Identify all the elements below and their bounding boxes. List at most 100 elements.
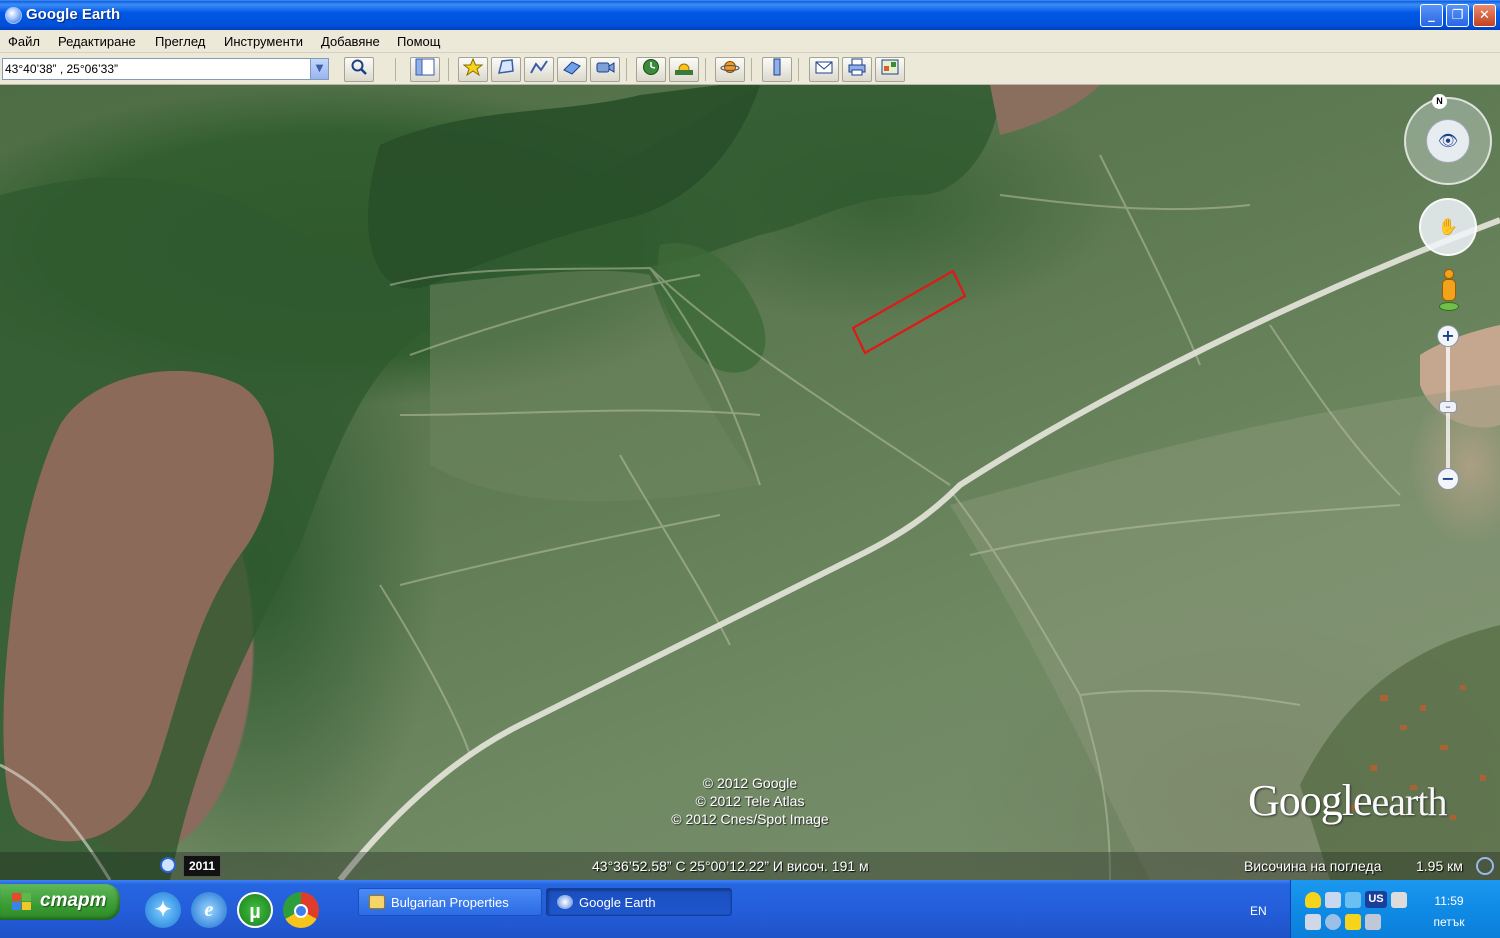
start-button[interactable]: старт	[0, 884, 120, 920]
view-in-maps-button[interactable]	[875, 57, 905, 82]
map-status-bar: 2011 43°36’52.58” С 25°00’12.22” И височ…	[0, 852, 1500, 880]
taskbar-item-bulgarian-properties[interactable]: Bulgarian Properties	[358, 888, 542, 916]
historical-imagery-icon	[643, 59, 659, 75]
clock-time[interactable]: 11:59	[1419, 894, 1479, 908]
planets-icon	[720, 61, 740, 73]
menu-tools[interactable]: Инструменти	[224, 34, 303, 49]
print-icon	[848, 58, 866, 76]
add-path-button[interactable]	[524, 57, 554, 82]
taskbar-item-label: Google Earth	[579, 895, 656, 910]
internet-explorer-icon[interactable]: e	[191, 892, 227, 928]
search-icon	[351, 59, 367, 75]
zoom-in-button[interactable]: +	[1437, 325, 1459, 347]
placemark-icon	[462, 57, 484, 77]
taskbar-item-label: Bulgarian Properties	[391, 895, 509, 910]
path-icon	[530, 60, 548, 74]
ruler-icon	[773, 58, 781, 76]
zoom-slider-thumb[interactable]: –	[1439, 401, 1457, 413]
toolbar-separator	[395, 58, 396, 81]
move-joystick[interactable]: ✋	[1419, 198, 1477, 256]
window-title: Google Earth	[26, 6, 121, 23]
display-icon[interactable]	[1305, 914, 1321, 930]
pointer-coordinates: 43°36’52.58” С 25°00’12.22” И височ. 191…	[592, 858, 869, 874]
sunlight-icon	[675, 63, 693, 75]
keyboard-layout-indicator[interactable]: US	[1365, 891, 1387, 908]
menu-help[interactable]: Помощ	[397, 34, 440, 49]
sidebar-button[interactable]	[410, 57, 440, 82]
image-overlay-icon	[563, 61, 581, 75]
hand-icon: ✋	[1438, 217, 1458, 236]
menu-add[interactable]: Добавяне	[321, 34, 380, 49]
sidebar-icon	[415, 58, 435, 76]
menu-edit[interactable]: Редактиране	[58, 34, 136, 49]
minimize-button[interactable]: _	[1420, 4, 1443, 27]
toolbar-separator	[705, 58, 706, 81]
north-indicator[interactable]: N	[1432, 94, 1447, 109]
google-earth-icon	[5, 7, 22, 24]
search-history-dropdown[interactable]: ▼	[310, 59, 328, 79]
toolbar-separator	[448, 58, 449, 81]
logo-google-text: Google	[1248, 776, 1373, 825]
security-shield-icon[interactable]	[1305, 892, 1321, 908]
search-button[interactable]	[344, 57, 374, 82]
search-field[interactable]: ▼	[2, 58, 329, 80]
add-image-overlay-button[interactable]	[557, 57, 587, 82]
google-earth-small-icon	[557, 895, 573, 909]
eye-altitude-value: 1.95 км	[1416, 858, 1463, 874]
ruler-button[interactable]	[762, 57, 792, 82]
taskbar-item-google-earth[interactable]: Google Earth	[546, 888, 732, 916]
title-bar[interactable]: Google Earth _ ❐ ✕	[0, 0, 1500, 30]
add-polygon-button[interactable]	[491, 57, 521, 82]
logo-earth-text: earth	[1371, 779, 1448, 824]
language-indicator[interactable]: EN	[1250, 904, 1267, 918]
google-earth-logo: Googleearth	[1248, 775, 1448, 826]
toolbar: ▼	[0, 54, 1500, 85]
windows-flag-icon	[12, 893, 32, 911]
menu-view[interactable]: Преглед	[155, 34, 205, 49]
imagery-date-badge: 2011	[183, 855, 221, 877]
safely-remove-hardware-icon[interactable]	[1365, 914, 1381, 930]
planets-button[interactable]	[715, 57, 745, 82]
add-placemark-button[interactable]	[458, 57, 488, 82]
historical-imagery-clock-icon[interactable]	[160, 857, 176, 873]
map-viewport[interactable]: © 2012 Google © 2012 Tele Atlas © 2012 C…	[0, 85, 1500, 880]
close-button[interactable]: ✕	[1473, 4, 1496, 27]
historical-imagery-button[interactable]	[636, 57, 666, 82]
maximize-button[interactable]: ❐	[1446, 4, 1469, 27]
polygon-icon	[498, 59, 514, 74]
toolbar-separator	[626, 58, 627, 81]
eye-altitude-label: Височина на погледа	[1244, 858, 1382, 874]
view-in-maps-icon	[881, 59, 899, 75]
system-tray: US 11:59 петък	[1290, 880, 1500, 938]
selected-plot-outline[interactable]	[851, 269, 967, 355]
menu-file[interactable]: Файл	[8, 34, 40, 49]
eye-icon[interactable]: 👁	[1426, 119, 1470, 163]
look-joystick[interactable]: 👁	[1404, 97, 1492, 185]
toolbar-separator	[798, 58, 799, 81]
folder-icon	[369, 895, 385, 909]
wireless-icon[interactable]	[1345, 892, 1361, 908]
windows-taskbar: старт ✦ e µ Bulgarian Properties Google …	[0, 880, 1500, 938]
street-view-pegman-icon[interactable]	[1438, 269, 1460, 313]
streaming-status-icon	[1476, 857, 1494, 875]
chrome-icon[interactable]	[283, 892, 319, 928]
search-input[interactable]	[5, 61, 310, 77]
disc-icon[interactable]	[1325, 914, 1341, 930]
record-tour-button[interactable]	[590, 57, 620, 82]
volume-icon[interactable]	[1391, 892, 1407, 908]
network-icon[interactable]	[1325, 892, 1341, 908]
email-button[interactable]	[809, 57, 839, 82]
print-button[interactable]	[842, 57, 872, 82]
quick-launch-network-icon[interactable]: ✦	[145, 892, 181, 928]
clock-day: петък	[1433, 915, 1465, 929]
notification-warning-icon[interactable]	[1345, 914, 1361, 930]
record-tour-icon	[596, 62, 615, 73]
google-earth-window: Google Earth _ ❐ ✕ Файл Редактиране Прег…	[0, 0, 1500, 880]
satellite-imagery	[0, 85, 1500, 880]
utorrent-icon[interactable]: µ	[237, 892, 273, 928]
email-icon	[815, 61, 833, 74]
zoom-out-button[interactable]: −	[1437, 468, 1459, 490]
start-label: старт	[40, 890, 107, 911]
menu-bar: Файл Редактиране Преглед Инструменти Доб…	[0, 30, 1500, 53]
sunlight-button[interactable]	[669, 57, 699, 82]
